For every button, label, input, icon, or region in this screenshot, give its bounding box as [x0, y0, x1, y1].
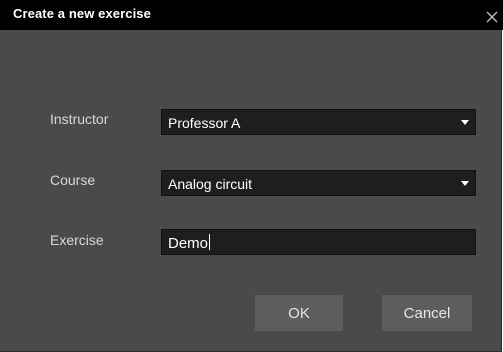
cancel-button[interactable]: Cancel: [382, 295, 472, 331]
exercise-value: Demo: [168, 234, 211, 252]
chevron-down-icon: [461, 120, 469, 125]
text-cursor: [209, 234, 211, 250]
instructor-label: Instructor: [50, 111, 109, 127]
close-icon: [486, 11, 498, 23]
instructor-dropdown[interactable]: Professor A: [161, 109, 476, 135]
create-exercise-dialog: Create a new exercise Instructor Profess…: [0, 0, 503, 352]
chevron-down-icon: [461, 181, 469, 186]
course-label: Course: [50, 172, 96, 188]
course-value: Analog circuit: [168, 176, 253, 192]
instructor-value: Professor A: [168, 115, 241, 131]
close-button[interactable]: [483, 8, 501, 26]
course-dropdown[interactable]: Analog circuit: [161, 170, 476, 196]
title-bar: Create a new exercise: [0, 0, 503, 30]
dialog-title: Create a new exercise: [13, 6, 151, 21]
exercise-label: Exercise: [50, 232, 104, 248]
exercise-input[interactable]: Demo: [161, 229, 476, 255]
ok-button[interactable]: OK: [255, 295, 343, 331]
